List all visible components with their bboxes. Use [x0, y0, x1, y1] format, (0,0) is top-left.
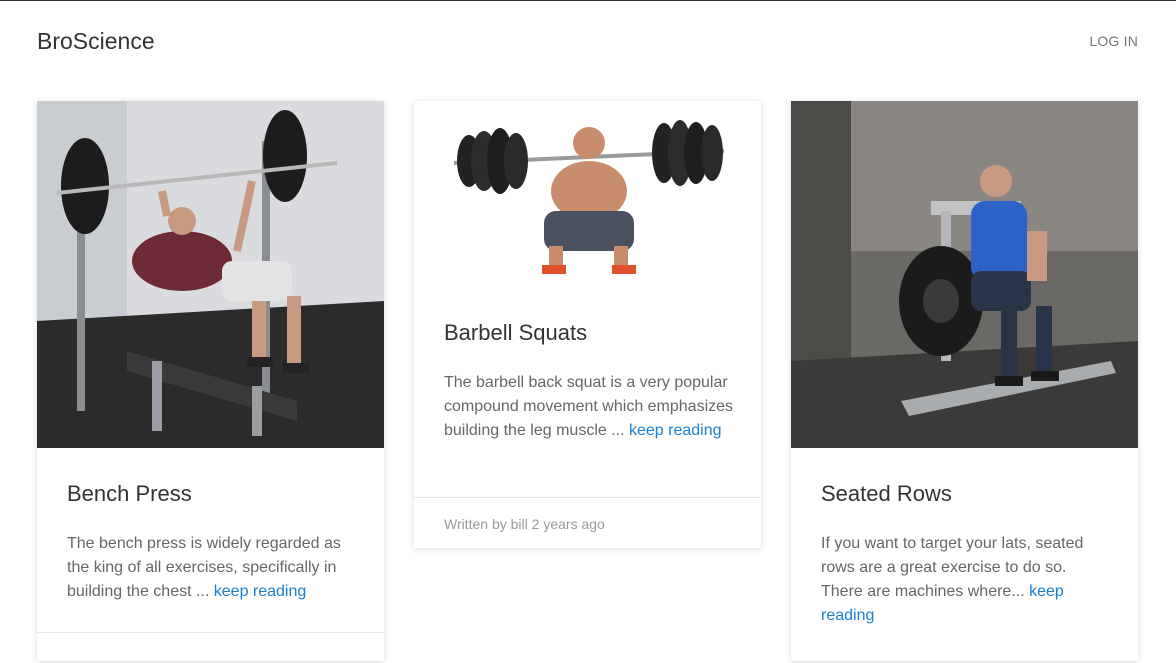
card-footer: Written by bill 2 years ago [414, 497, 761, 549]
keep-reading-link[interactable]: keep reading [214, 583, 307, 600]
card-body: Seated Rows If you want to target your l… [821, 480, 1111, 628]
post-card-barbell-squats: Barbell Squats The barbell back squat is… [414, 101, 761, 548]
barbell-squat-photo [414, 101, 761, 288]
bench-press-photo [37, 101, 384, 448]
card-body: Bench Press The bench press is widely re… [67, 480, 357, 604]
post-excerpt: If you want to target your lats, seated … [821, 532, 1111, 628]
bench-press-image[interactable] [37, 101, 384, 448]
post-excerpt: The barbell back squat is a very popular… [444, 371, 734, 443]
post-title[interactable]: Barbell Squats [444, 319, 734, 347]
post-title[interactable]: Bench Press [67, 480, 357, 508]
top-border [0, 0, 1176, 1]
login-link[interactable]: LOG IN [1089, 33, 1138, 49]
post-excerpt: The bench press is widely regarded as th… [67, 532, 357, 604]
post-card-seated-rows: Seated Rows If you want to target your l… [791, 101, 1138, 661]
card-footer [37, 632, 384, 663]
seated-row-photo [791, 101, 1138, 448]
card-body: Barbell Squats The barbell back squat is… [444, 319, 734, 443]
keep-reading-link[interactable]: keep reading [629, 422, 722, 439]
brand-link[interactable]: BroScience [37, 26, 155, 56]
post-title[interactable]: Seated Rows [821, 480, 1111, 508]
seated-rows-image[interactable] [791, 101, 1138, 448]
navbar: BroScience LOG IN [37, 22, 1138, 60]
post-card-bench-press: Bench Press The bench press is widely re… [37, 101, 384, 661]
barbell-squats-image[interactable] [414, 101, 761, 288]
post-byline: Written by bill 2 years ago [444, 516, 605, 532]
